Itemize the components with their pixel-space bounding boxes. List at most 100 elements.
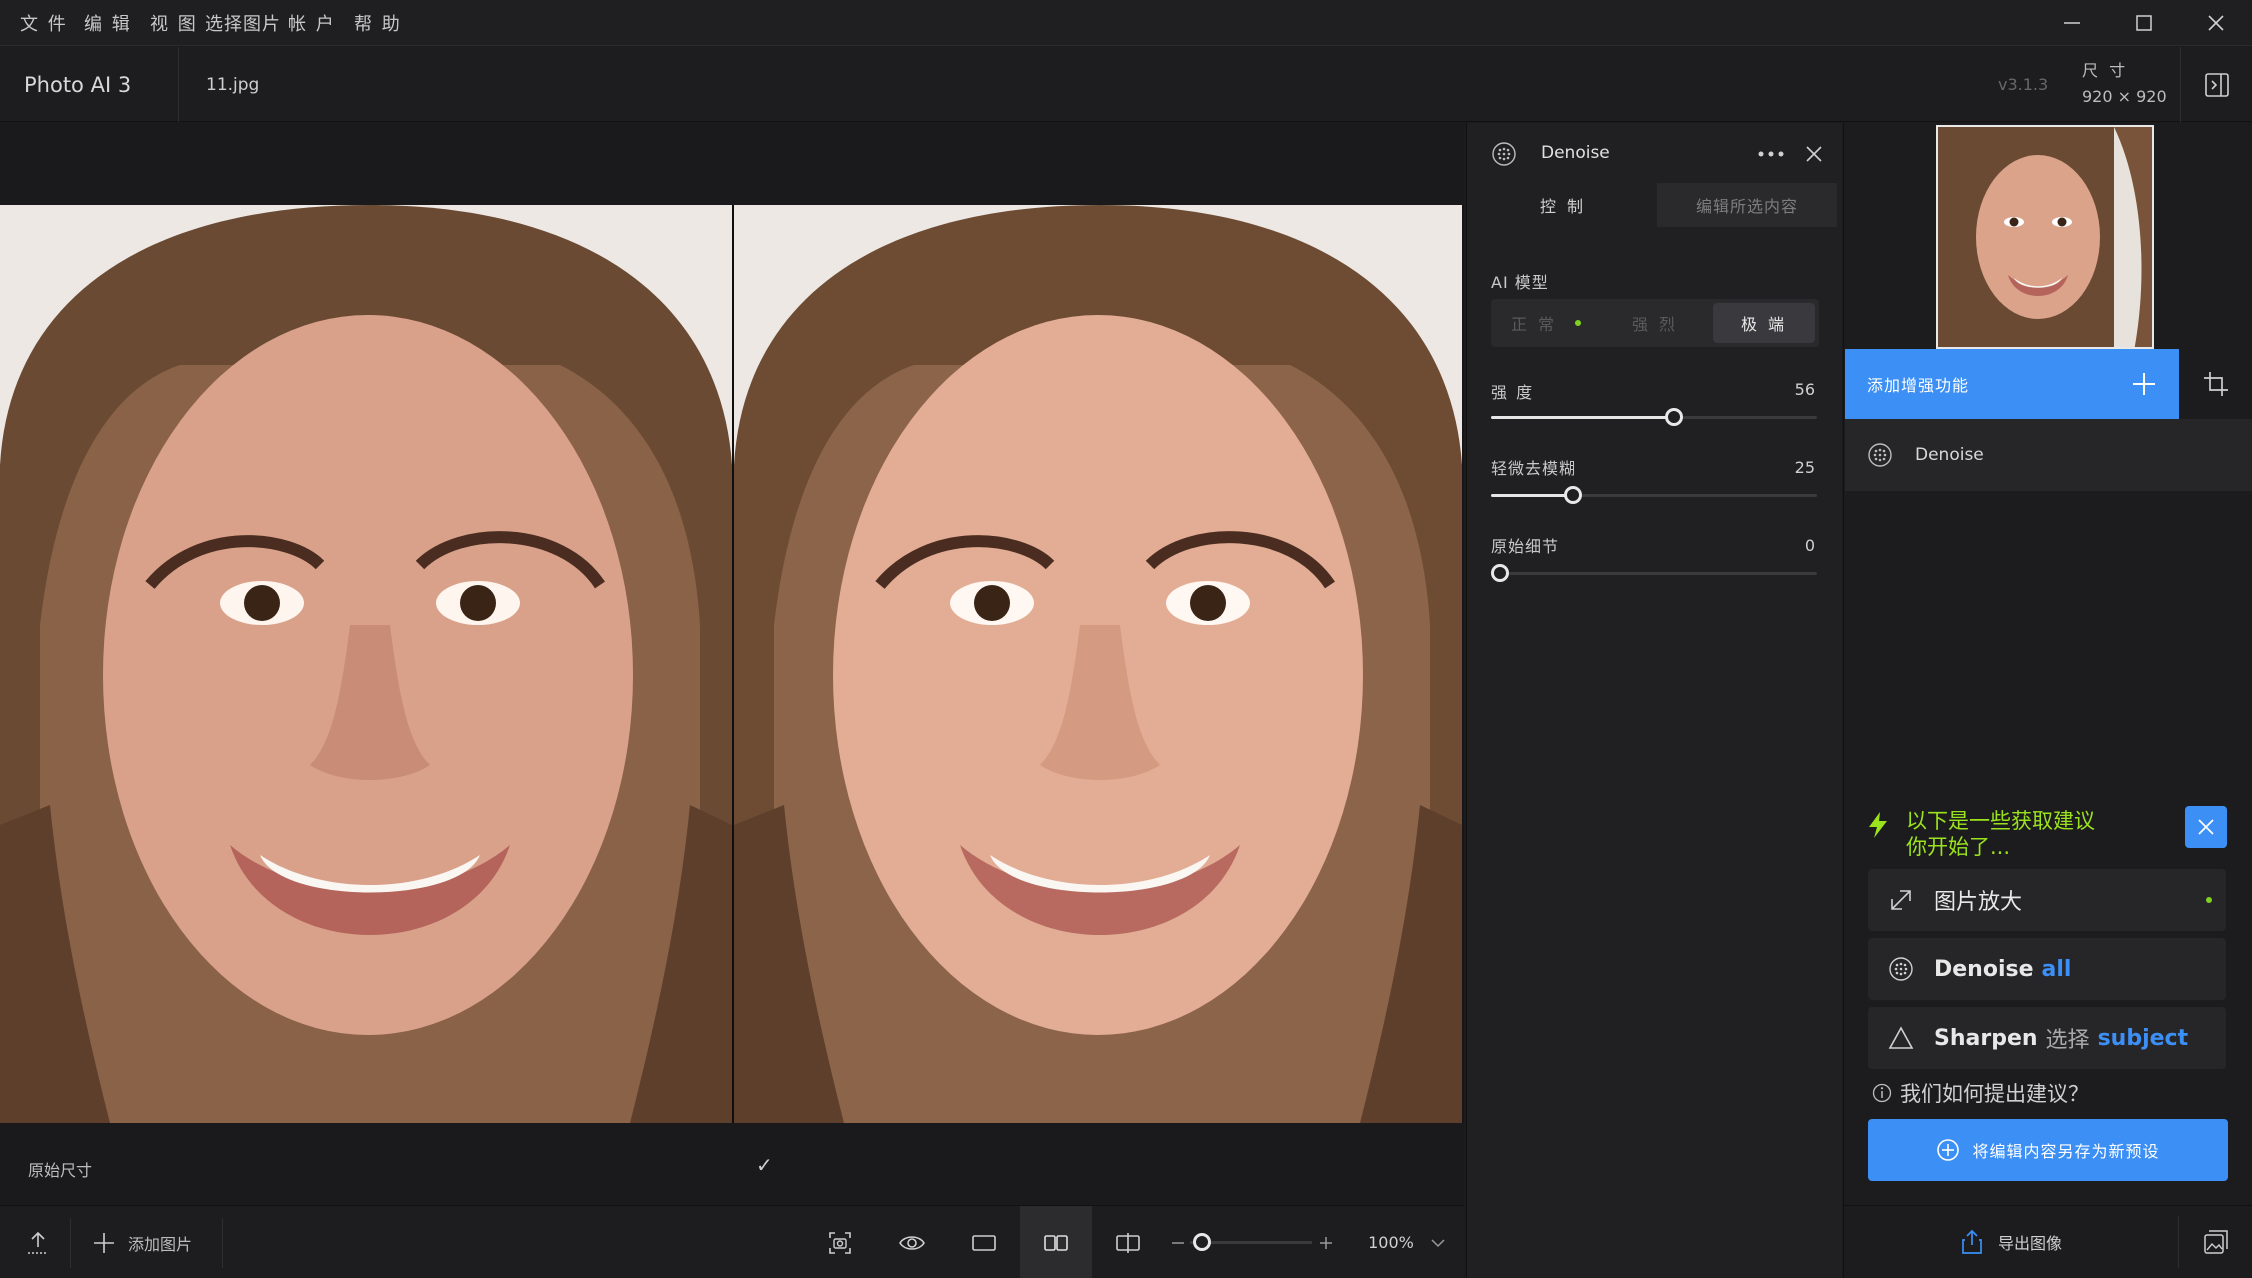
deblur-slider[interactable]: [1491, 486, 1817, 504]
strength-slider[interactable]: [1491, 408, 1817, 426]
upload-button[interactable]: [10, 1206, 66, 1278]
panel-toggle-button[interactable]: [2181, 47, 2252, 122]
zoom-slider[interactable]: [1190, 1233, 1312, 1251]
image-canvas[interactable]: 原始尺寸 ✓: [0, 123, 1464, 1205]
menu-file[interactable]: 文 件: [20, 10, 68, 36]
upload-icon: [28, 1231, 48, 1254]
plus-icon: [94, 1232, 114, 1253]
plus-circle-icon: [1937, 1139, 1960, 1161]
close-icon: [2208, 15, 2224, 31]
menu-select-image[interactable]: 选择图片: [205, 10, 281, 36]
original-image[interactable]: [0, 205, 732, 1123]
size-label: 尺 寸: [2082, 61, 2129, 80]
enhancement-name: Denoise: [1915, 445, 1984, 465]
more-icon: [1758, 151, 1784, 157]
processed-face-image: [734, 205, 1462, 1123]
bottom-toolbar: 添加图片 100%: [0, 1205, 1464, 1278]
original-detail-value: 0: [1804, 536, 1815, 555]
zoom-value[interactable]: 100%: [1360, 1206, 1422, 1278]
ai-model-label: AI 模型: [1491, 273, 1549, 292]
export-button[interactable]: 导出图像: [1844, 1206, 2178, 1278]
menu-account[interactable]: 帐 户: [288, 10, 336, 36]
strength-slider-fill: [1491, 416, 1674, 419]
suggestion-denoise-scope: all: [2041, 956, 2072, 982]
ai-model-selector: 正 常 强 烈 极 端: [1491, 299, 1819, 347]
title-bar: Photo AI 3 11.jpg v3.1.3 尺 寸 920 × 920: [0, 47, 2252, 122]
add-image-button[interactable]: 添加图片: [92, 1206, 222, 1278]
panel-toggle-icon: [2204, 72, 2229, 97]
panel-more-button[interactable]: [1753, 141, 1789, 167]
original-detail-slider-knob[interactable]: [1491, 564, 1509, 582]
lightning-icon: [1869, 812, 1887, 838]
suggestion-upscale-label: 图片放大: [1934, 890, 2023, 915]
original-detail-label: 原始细节: [1491, 537, 1560, 556]
preview-eye-button[interactable]: [884, 1206, 940, 1278]
deblur-value: 25: [1794, 458, 1815, 477]
deblur-slider-knob[interactable]: [1563, 486, 1582, 504]
thumbnail-face-image: [1938, 127, 2152, 347]
model-option-normal[interactable]: 正 常: [1491, 299, 1601, 347]
save-preset-button[interactable]: 将编辑内容另存为新预设: [1868, 1119, 2228, 1181]
denoise-panel: Denoise 控 制 编辑所选内容 AI 模型 正 常 强 烈 极 端 强 度…: [1466, 123, 1842, 1278]
minimize-icon: [2064, 22, 2080, 24]
zoom-out-icon: [1172, 1241, 1184, 1244]
menu-bar: 文 件 编 辑 视 图 选择图片 帐 户 帮 助: [0, 0, 2252, 46]
how-suggestions-link[interactable]: 我们如何提出建议？: [1872, 1078, 2089, 1108]
zoom-out-button[interactable]: [1168, 1206, 1188, 1278]
model-option-extreme[interactable]: 极 端: [1713, 303, 1815, 343]
canvas-top-strip: [0, 123, 1464, 205]
enhancement-item-denoise[interactable]: Denoise: [1845, 419, 2252, 491]
add-image-label: 添加图片: [128, 1234, 193, 1254]
window-close-button[interactable]: [2180, 0, 2252, 46]
denoise-icon: [1868, 443, 1892, 467]
sharpen-icon: [1888, 1026, 1914, 1049]
zoom-in-icon: [1320, 1236, 1332, 1249]
denoise-icon: [1889, 957, 1913, 981]
info-icon: [1872, 1083, 1892, 1103]
original-face-image: [0, 205, 732, 1123]
minimize-button[interactable]: [2036, 0, 2108, 46]
checkmark-caption: ✓: [756, 1153, 773, 1177]
panel-title: Denoise: [1541, 143, 1610, 163]
suggestion-sharpen-subject[interactable]: Sharpen 选择 subject: [1868, 1007, 2226, 1069]
close-icon: [1806, 146, 1822, 162]
screenshot-icon: [829, 1231, 851, 1254]
tab-control[interactable]: 控 制: [1473, 183, 1653, 227]
zoom-slider-knob[interactable]: [1193, 1233, 1212, 1251]
single-view-button[interactable]: [956, 1206, 1012, 1278]
add-enhancement-button[interactable]: 添加增强功能: [1845, 349, 2179, 419]
original-detail-slider[interactable]: [1491, 564, 1817, 582]
chevron-down-icon: [1431, 1238, 1445, 1247]
gallery-button[interactable]: [2179, 1206, 2252, 1278]
suggestion-denoise-all[interactable]: Denoise all: [1868, 938, 2226, 1000]
suggestion-denoise-label: Denoise: [1934, 956, 2034, 982]
processed-image[interactable]: [734, 205, 1462, 1123]
expand-icon: [1891, 890, 1911, 910]
crop-icon: [2204, 372, 2228, 396]
deblur-label: 轻微去模糊: [1491, 459, 1577, 478]
menu-view[interactable]: 视 图: [150, 10, 198, 36]
image-thumbnail[interactable]: [1936, 125, 2154, 349]
crop-button[interactable]: [2179, 349, 2252, 419]
maximize-icon: [2136, 15, 2152, 31]
menu-edit[interactable]: 编 辑: [84, 10, 132, 36]
dismiss-tips-button[interactable]: [2185, 806, 2227, 848]
strength-slider-knob[interactable]: [1664, 408, 1683, 426]
side-by-side-view-button[interactable]: [1020, 1206, 1092, 1278]
size-value: 920 × 920: [2082, 87, 2167, 106]
recommended-dot: [2206, 897, 2212, 903]
model-option-strong[interactable]: 强 烈: [1601, 299, 1709, 347]
screenshot-button[interactable]: [812, 1206, 868, 1278]
panel-close-button[interactable]: [1801, 141, 1827, 167]
zoom-dropdown-button[interactable]: [1426, 1206, 1450, 1278]
single-view-icon: [972, 1234, 996, 1251]
model-option-normal-label: 正 常: [1510, 315, 1558, 334]
menu-help[interactable]: 帮 助: [354, 10, 402, 36]
suggestion-upscale[interactable]: 图片放大: [1868, 869, 2226, 931]
split-view-button[interactable]: [1100, 1206, 1156, 1278]
tab-edit-selection[interactable]: 编辑所选内容: [1657, 183, 1837, 227]
gallery-icon: [2204, 1230, 2228, 1254]
zoom-in-button[interactable]: [1316, 1206, 1336, 1278]
file-name-tab[interactable]: 11.jpg: [206, 75, 259, 95]
maximize-button[interactable]: [2108, 0, 2180, 46]
